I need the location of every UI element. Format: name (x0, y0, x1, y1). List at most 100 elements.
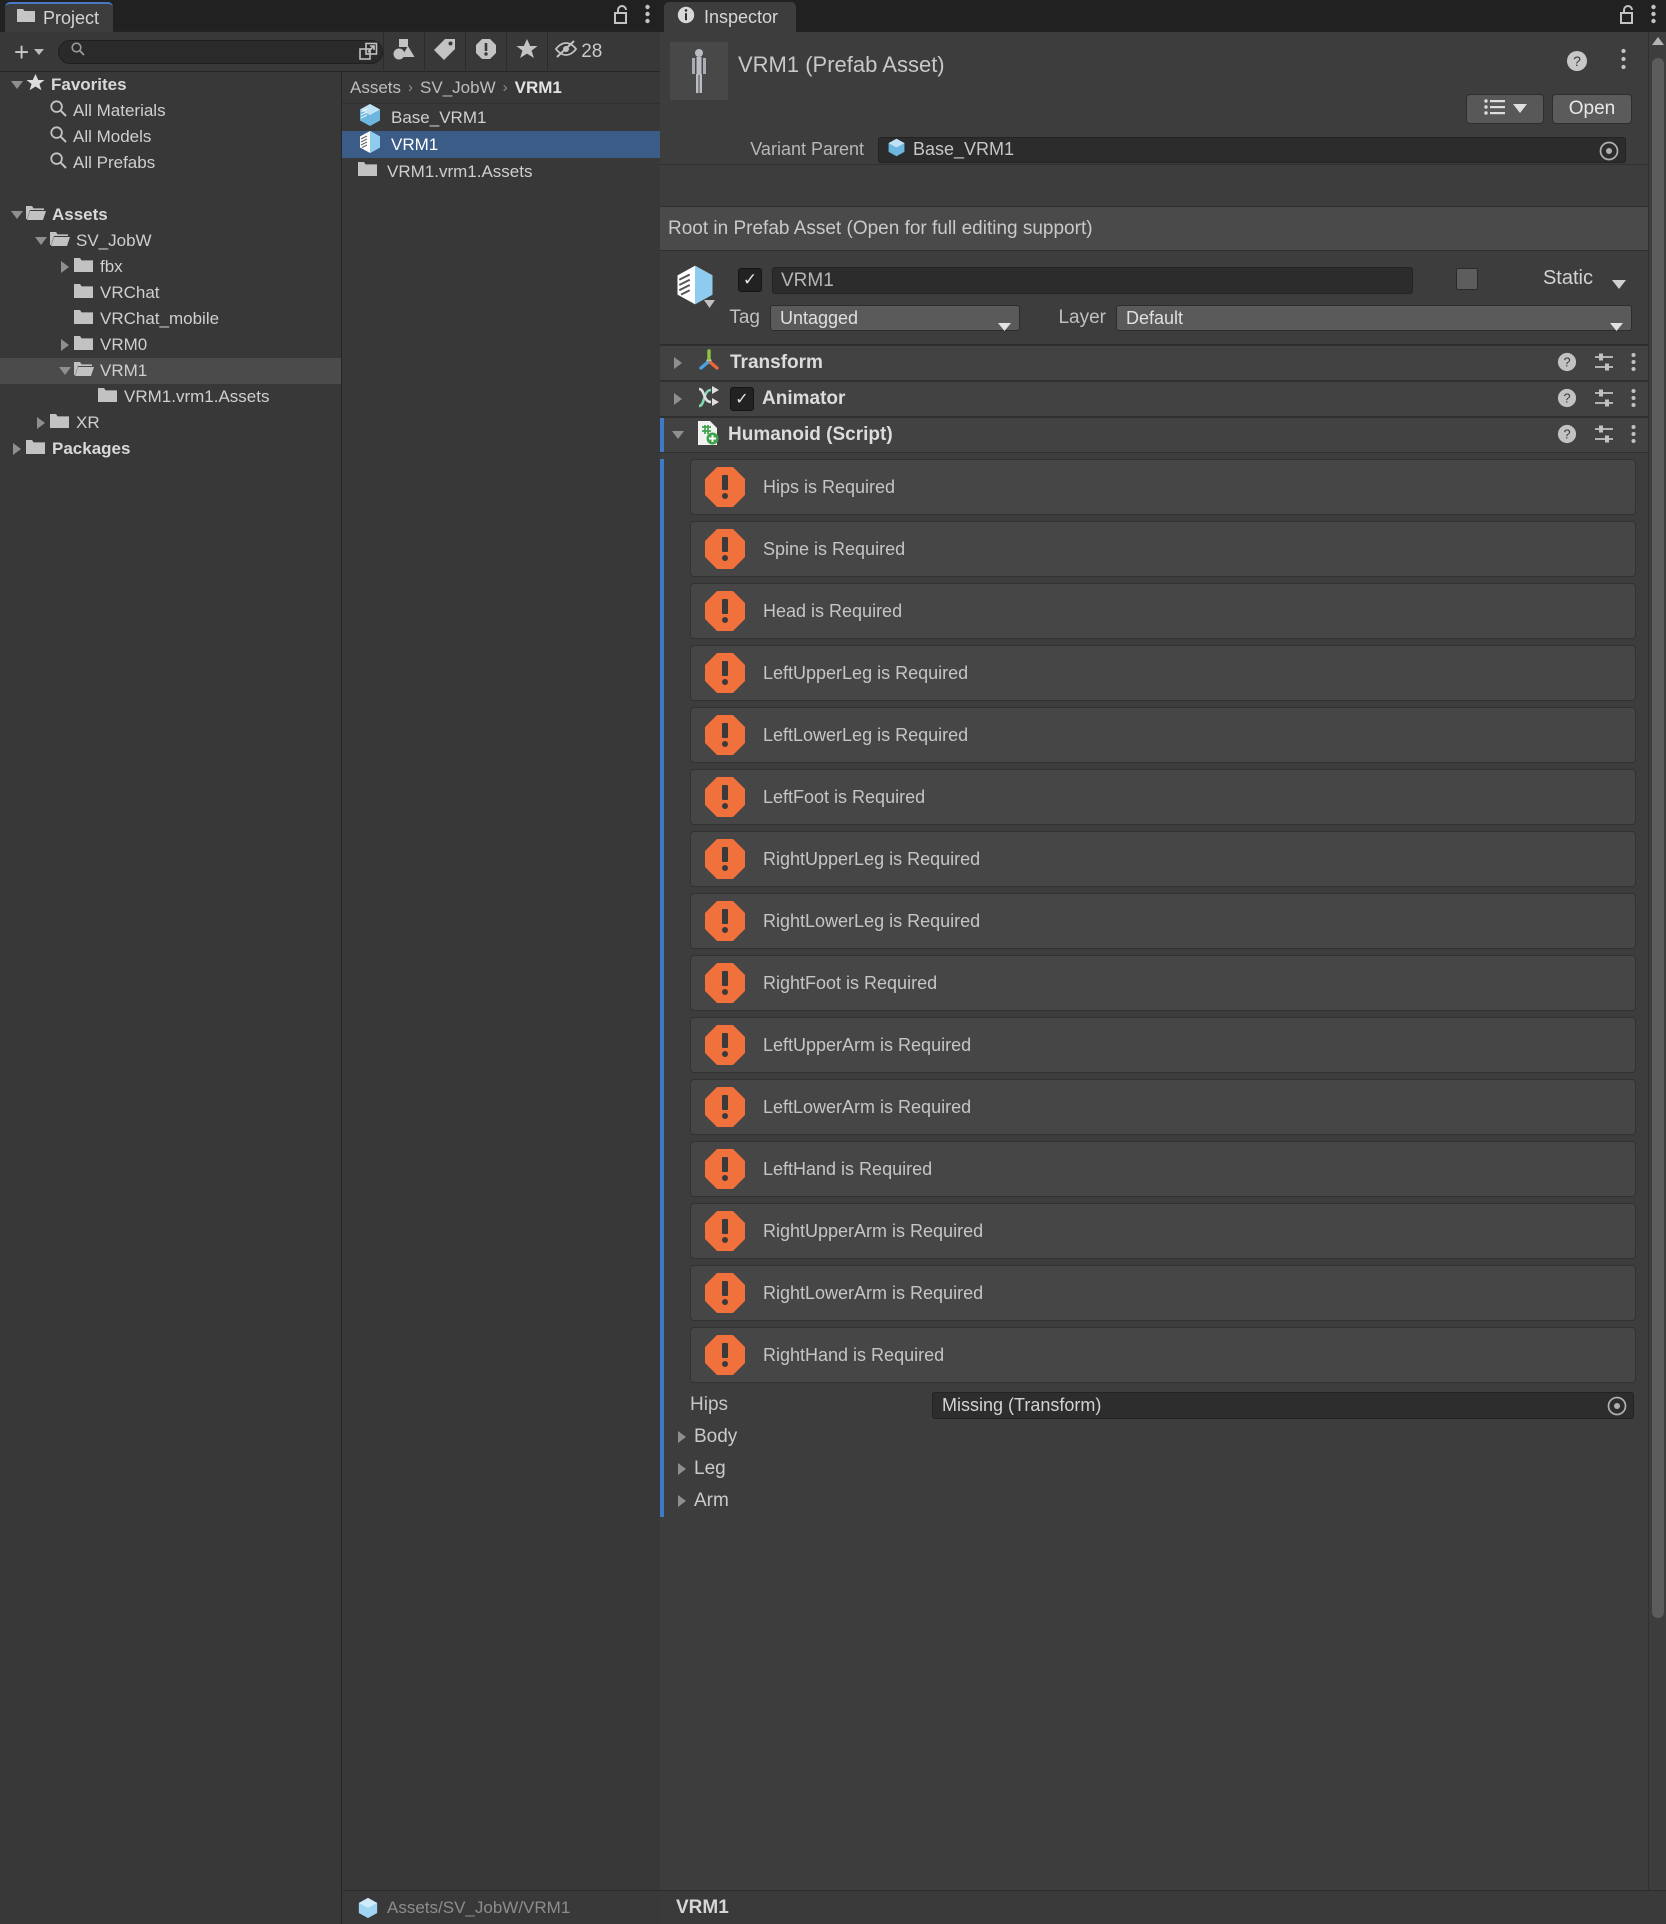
file-list-item[interactable]: VRM1.vrm1.Assets (342, 158, 660, 185)
static-checkbox[interactable] (1456, 268, 1478, 290)
help-icon[interactable]: ? (1557, 424, 1577, 449)
filter-warnings-button[interactable] (466, 32, 506, 72)
tree-item-all-models[interactable]: All Models (0, 124, 341, 150)
preset-icon[interactable] (1594, 424, 1614, 449)
header-spacer (660, 165, 1648, 207)
breadcrumb[interactable]: Assets › SV_JobW › VRM1 (342, 72, 660, 104)
tab-project[interactable]: Project (5, 2, 114, 32)
chevron-right-icon (61, 339, 69, 351)
object-picker-icon[interactable] (1599, 141, 1619, 166)
triangle-up-icon[interactable] (1649, 32, 1666, 50)
warning-helpbox: LeftLowerLeg is Required (690, 707, 1636, 763)
help-icon[interactable]: ? (1566, 50, 1588, 77)
property-foldout-body[interactable]: Body (660, 1421, 1648, 1453)
layout-dropdown-button[interactable] (1466, 94, 1544, 124)
animator-enabled-checkbox[interactable]: ✓ (730, 387, 754, 411)
help-icon[interactable]: ? (1557, 352, 1577, 377)
component-header-humanoid[interactable]: Humanoid (Script) ? (660, 417, 1648, 453)
object-picker-icon[interactable] (1607, 1396, 1627, 1421)
gameobject-header: ✓ VRM1 Static Tag Untagged Layer Default (660, 251, 1648, 345)
open-button[interactable]: Open (1552, 94, 1632, 124)
variant-parent-field[interactable]: Base_VRM1 (878, 136, 1626, 166)
filter-by-type-button[interactable] (384, 32, 424, 72)
inspector-footer: VRM1 (660, 1890, 1666, 1924)
file-list-item[interactable]: Base_VRM1 (342, 104, 660, 131)
tree-item-sv-jobw[interactable]: SV_JobW (0, 228, 341, 254)
tree-item-label: SV_JobW (76, 231, 152, 250)
lock-open-icon[interactable] (1620, 4, 1637, 29)
help-icon[interactable]: ? (1557, 388, 1577, 413)
foldout-arrow-animator[interactable] (660, 393, 696, 405)
scrollbar-thumb[interactable] (1652, 58, 1664, 1618)
kebab-menu-icon[interactable] (1631, 352, 1636, 377)
header-buttons: Open (1466, 94, 1632, 124)
gameobject-enabled-checkbox[interactable]: ✓ (738, 268, 762, 292)
warning-helpbox: LeftFoot is Required (690, 769, 1636, 825)
property-foldout-label: Arm (694, 1490, 729, 1511)
kebab-menu-icon[interactable] (645, 4, 650, 29)
layer-dropdown[interactable]: Default (1116, 305, 1632, 331)
project-tree-pane[interactable]: Favorites All Materials All Models All Pref… (0, 72, 342, 1924)
foldout-arrow-humanoid[interactable] (660, 431, 696, 439)
tree-item-fbx[interactable]: fbx (0, 254, 341, 280)
chevron-down-icon (1512, 100, 1527, 118)
tree-item-assets[interactable]: Assets (0, 202, 341, 228)
warning-message: Head is Required (763, 600, 903, 621)
folder-open-icon (74, 361, 94, 382)
tree-item-packages[interactable]: Packages (0, 436, 341, 462)
file-list-item[interactable]: VRM1 (342, 131, 660, 158)
tree-item-favorites[interactable]: Favorites (0, 72, 341, 98)
kebab-menu-icon[interactable] (1621, 48, 1626, 75)
tag-label: Tag (729, 307, 760, 328)
tree-item-vrm0[interactable]: VRM0 (0, 332, 341, 358)
tree-item-label: XR (76, 413, 100, 432)
breadcrumb-item-vrm1[interactable]: VRM1 (515, 78, 562, 98)
warning-message: LeftUpperLeg is Required (763, 662, 969, 683)
tab-project-label: Project (43, 7, 100, 28)
tree-item-all-prefabs[interactable]: All Prefabs (0, 150, 341, 176)
project-list-pane[interactable]: Assets › SV_JobW › VRM1 Base_VRM1 VRM1 VRM1.vr… (342, 72, 660, 1924)
property-foldout-arm[interactable]: Arm (660, 1485, 1648, 1517)
component-header-transform[interactable]: Transform ? (660, 345, 1648, 381)
tree-item-xr[interactable]: XR (0, 410, 341, 436)
inspector-scrollbar[interactable] (1648, 32, 1666, 1924)
tag-dropdown[interactable]: Untagged (770, 305, 1020, 331)
breadcrumb-item-assets[interactable]: Assets (350, 78, 401, 98)
chevron-down-icon[interactable] (1612, 276, 1626, 294)
open-in-new-icon[interactable] (355, 41, 381, 63)
foldout-arrow-transform[interactable] (660, 357, 696, 369)
create-asset-button[interactable]: + (6, 37, 52, 67)
asset-header: VRM1 (Prefab Asset) ? Open Variant Paren… (660, 32, 1648, 165)
warning-message: Hips is Required (763, 476, 896, 497)
file-list[interactable]: Base_VRM1 VRM1 VRM1.vrm1.Assets (342, 104, 660, 185)
filter-by-label-button[interactable] (425, 32, 465, 72)
warning-message: RightFoot is Required (763, 972, 938, 993)
tree-item-vrchat[interactable]: VRChat (0, 280, 341, 306)
property-foldout-leg[interactable]: Leg (660, 1453, 1648, 1485)
search-input[interactable] (91, 44, 342, 59)
tree-item-all-materials[interactable]: All Materials (0, 98, 341, 124)
kebab-menu-icon[interactable] (1631, 388, 1636, 413)
star-icon (516, 38, 538, 65)
kebab-menu-icon[interactable] (1651, 4, 1656, 29)
tree-item-vrm1-vrm1-assets[interactable]: VRM1.vrm1.Assets (0, 384, 341, 410)
tree-item-vrm1[interactable]: VRM1 (0, 358, 341, 384)
tab-inspector[interactable]: Inspector (664, 2, 797, 32)
preset-icon[interactable] (1594, 352, 1614, 377)
property-value: Missing (Transform) (942, 1394, 1102, 1415)
property-object-field[interactable]: Missing (Transform) (932, 1391, 1634, 1421)
warning-message: Spine is Required (763, 538, 906, 559)
preset-icon[interactable] (1594, 388, 1614, 413)
hidden-assets-counter[interactable]: 28 (548, 32, 612, 72)
lock-open-icon[interactable] (614, 4, 631, 29)
breadcrumb-item-sv_jobw[interactable]: SV_JobW (420, 78, 496, 98)
tree-item-vrchat-mobile[interactable]: VRChat_mobile (0, 306, 341, 332)
favorites-filter-button[interactable] (507, 32, 547, 72)
unity-editor-window: Project + 28 Favorites All Materials All… (0, 0, 1666, 1924)
search-input-wrapper[interactable] (58, 39, 384, 64)
kebab-menu-icon[interactable] (1631, 424, 1636, 449)
component-header-animator[interactable]: ✓ Animator ? (660, 381, 1648, 417)
gameobject-name-field[interactable]: VRM1 (772, 267, 1413, 294)
warning-message: RightLowerLeg is Required (763, 910, 981, 931)
